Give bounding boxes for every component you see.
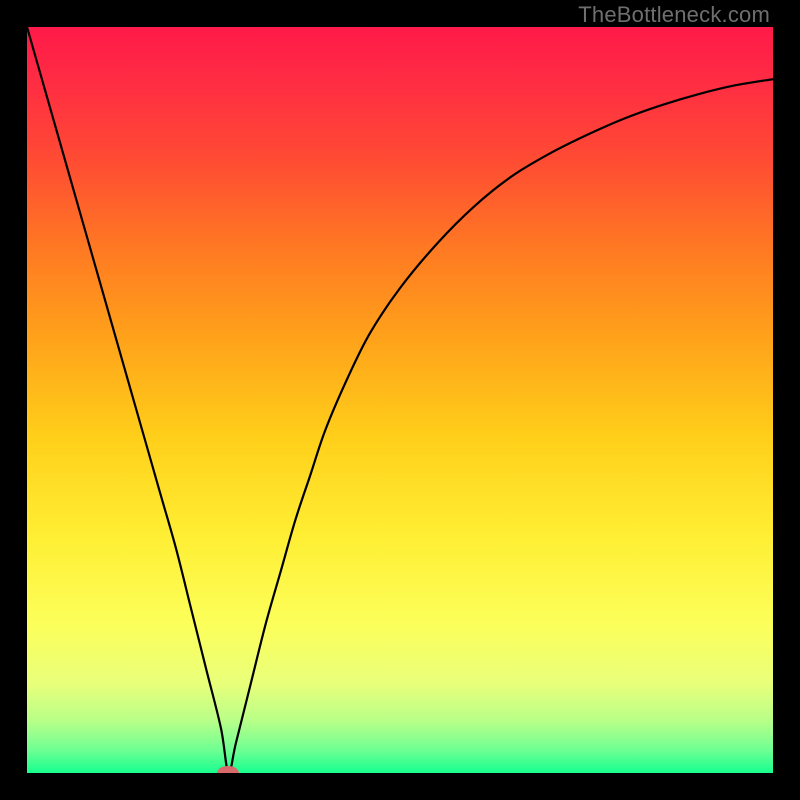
chart-frame: TheBottleneck.com — [0, 0, 800, 800]
bottleneck-curve — [27, 27, 773, 773]
watermark-text: TheBottleneck.com — [578, 2, 770, 28]
plot-area — [27, 27, 773, 773]
optimal-marker — [217, 766, 239, 773]
